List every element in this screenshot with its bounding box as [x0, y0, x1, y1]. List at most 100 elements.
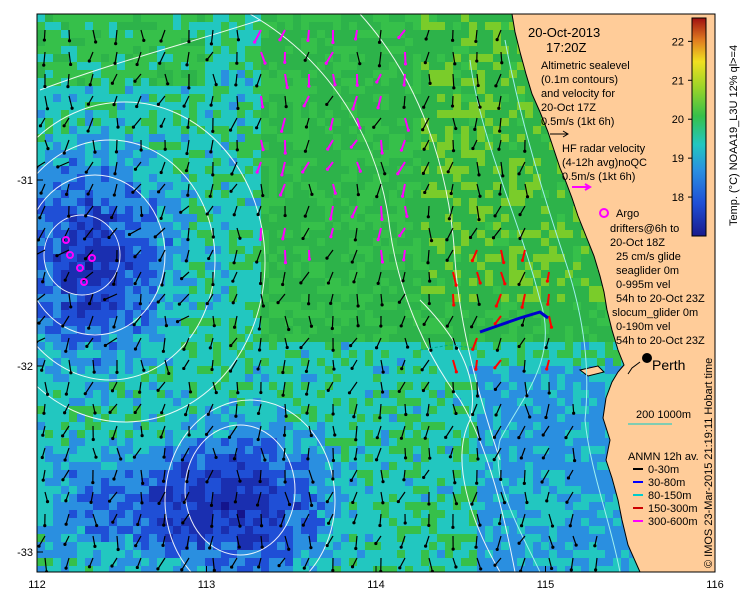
- sst-cell: [565, 254, 573, 262]
- sst-cell: [429, 62, 437, 70]
- sst-cell: [517, 414, 525, 422]
- sst-cell: [349, 198, 357, 206]
- sst-cell: [317, 270, 325, 278]
- sst-cell: [445, 366, 453, 374]
- sst-cell: [405, 326, 413, 334]
- sst-cell: [381, 190, 389, 198]
- sst-cell: [429, 286, 437, 294]
- sst-cell: [61, 14, 69, 22]
- sst-cell: [261, 118, 269, 126]
- sst-cell: [493, 150, 501, 158]
- sst-cell: [485, 382, 493, 390]
- sst-cell: [485, 366, 493, 374]
- sst-cell: [229, 110, 237, 118]
- sst-cell: [141, 222, 149, 230]
- sst-cell: [325, 110, 333, 118]
- sst-cell: [125, 166, 133, 174]
- sst-cell: [61, 438, 69, 446]
- sst-cell: [533, 446, 541, 454]
- sst-cell: [381, 126, 389, 134]
- sst-cell: [469, 102, 477, 110]
- sst-cell: [469, 46, 477, 54]
- sst-cell: [261, 126, 269, 134]
- sst-cell: [253, 46, 261, 54]
- sst-cell: [189, 230, 197, 238]
- sst-cell: [365, 462, 373, 470]
- sst-cell: [317, 366, 325, 374]
- sst-cell: [485, 438, 493, 446]
- sst-cell: [373, 302, 381, 310]
- sst-cell: [549, 414, 557, 422]
- sst-cell: [365, 406, 373, 414]
- sst-cell: [197, 134, 205, 142]
- sst-cell: [309, 142, 317, 150]
- sst-cell: [437, 30, 445, 38]
- sst-cell: [221, 46, 229, 54]
- sst-cell: [333, 158, 341, 166]
- sst-cell: [405, 462, 413, 470]
- sst-cell: [133, 86, 141, 94]
- sst-cell: [93, 158, 101, 166]
- sst-cell: [509, 46, 517, 54]
- sst-cell: [141, 462, 149, 470]
- sst-cell: [413, 78, 421, 86]
- sst-cell: [373, 294, 381, 302]
- sst-cell: [109, 350, 117, 358]
- sst-cell: [85, 46, 93, 54]
- sst-cell: [37, 398, 45, 406]
- sst-cell: [237, 150, 245, 158]
- sst-cell: [357, 406, 365, 414]
- sst-cell: [445, 270, 453, 278]
- sst-cell: [501, 342, 509, 350]
- sst-cell: [533, 414, 541, 422]
- sst-cell: [93, 198, 101, 206]
- sst-cell: [317, 326, 325, 334]
- sst-cell: [173, 46, 181, 54]
- sst-cell: [485, 310, 493, 318]
- sst-cell: [365, 382, 373, 390]
- sst-cell: [397, 38, 405, 46]
- sst-cell: [173, 182, 181, 190]
- sst-cell: [205, 14, 213, 22]
- sst-cell: [37, 286, 45, 294]
- sst-cell: [221, 134, 229, 142]
- sst-cell: [485, 406, 493, 414]
- sst-cell: [213, 302, 221, 310]
- sst-cell: [317, 38, 325, 46]
- sst-cell: [125, 278, 133, 286]
- sst-cell: [101, 70, 109, 78]
- sst-cell: [221, 78, 229, 86]
- sst-cell: [461, 406, 469, 414]
- sst-cell: [157, 318, 165, 326]
- sst-cell: [125, 454, 133, 462]
- sst-cell: [517, 438, 525, 446]
- sst-cell: [309, 270, 317, 278]
- sst-cell: [309, 86, 317, 94]
- sst-cell: [117, 278, 125, 286]
- sst-cell: [309, 246, 317, 254]
- sst-cell: [301, 430, 309, 438]
- sst-cell: [477, 342, 485, 350]
- sst-cell: [525, 334, 533, 342]
- sst-cell: [77, 86, 85, 94]
- sst-cell: [365, 334, 373, 342]
- sst-cell: [245, 118, 253, 126]
- sst-cell: [365, 286, 373, 294]
- sst-cell: [533, 382, 541, 390]
- sst-cell: [229, 382, 237, 390]
- sst-cell: [269, 150, 277, 158]
- sst-cell: [245, 302, 253, 310]
- sst-cell: [517, 262, 525, 270]
- sst-cell: [69, 118, 77, 126]
- sst-cell: [141, 438, 149, 446]
- sst-cell: [125, 302, 133, 310]
- sst-cell: [485, 302, 493, 310]
- sst-cell: [453, 46, 461, 54]
- sst-cell: [341, 86, 349, 94]
- sst-cell: [557, 286, 565, 294]
- sst-cell: [165, 198, 173, 206]
- sst-cell: [117, 190, 125, 198]
- sst-cell: [85, 150, 93, 158]
- sst-cell: [285, 470, 293, 478]
- sst-cell: [389, 14, 397, 22]
